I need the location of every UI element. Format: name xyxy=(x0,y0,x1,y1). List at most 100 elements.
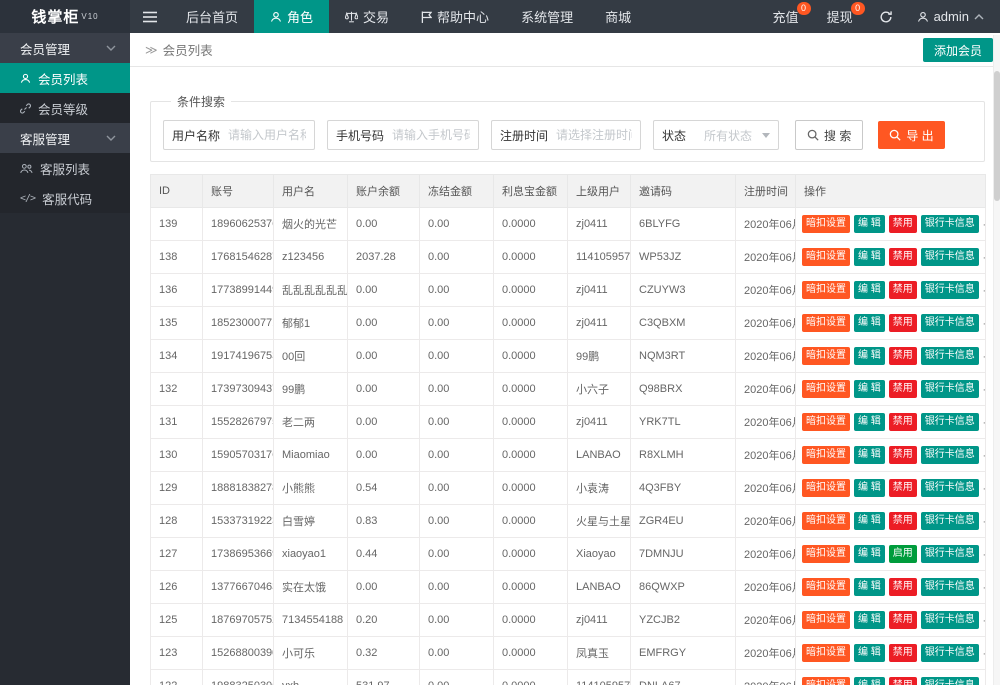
phone-input[interactable] xyxy=(392,128,470,142)
disable-button[interactable]: 禁用 xyxy=(888,248,917,266)
bank-card-info-button[interactable]: 银行卡信息 xyxy=(920,479,979,497)
nav-item-system[interactable]: 系统管理 xyxy=(505,0,589,33)
recharge-button[interactable]: 充值 0 xyxy=(759,0,813,33)
edit-button[interactable]: 编 辑 xyxy=(854,215,885,233)
more-actions[interactable]: ... xyxy=(983,547,985,559)
deduct-settings-button[interactable]: 暗扣设置 xyxy=(802,611,850,629)
nav-item-trade[interactable]: 交易 xyxy=(329,0,405,33)
disable-button[interactable]: 禁用 xyxy=(888,512,917,530)
disable-button[interactable]: 禁用 xyxy=(888,479,917,497)
vertical-scrollbar[interactable] xyxy=(993,35,1000,685)
edit-button[interactable]: 编 辑 xyxy=(854,677,885,685)
bank-card-info-button[interactable]: 银行卡信息 xyxy=(920,215,979,233)
disable-button[interactable]: 禁用 xyxy=(888,578,917,596)
bank-card-info-button[interactable]: 银行卡信息 xyxy=(920,248,979,266)
bank-card-info-button[interactable]: 银行卡信息 xyxy=(920,512,979,530)
deduct-settings-button[interactable]: 暗扣设置 xyxy=(802,215,850,233)
nav-item-mall[interactable]: 商城 xyxy=(589,0,647,33)
more-actions[interactable]: ... xyxy=(983,613,985,625)
more-actions[interactable]: ... xyxy=(983,481,985,493)
sidebar-item-service-code[interactable]: </> 客服代码 xyxy=(0,183,130,213)
bank-card-info-button[interactable]: 银行卡信息 xyxy=(920,413,979,431)
bank-card-info-button[interactable]: 银行卡信息 xyxy=(920,611,979,629)
deduct-settings-button[interactable]: 暗扣设置 xyxy=(802,677,850,685)
disable-button[interactable]: 禁用 xyxy=(888,644,917,662)
deduct-settings-button[interactable]: 暗扣设置 xyxy=(802,545,850,563)
bank-card-info-button[interactable]: 银行卡信息 xyxy=(920,446,979,464)
more-actions[interactable]: ... xyxy=(983,250,985,262)
scrollbar-thumb[interactable] xyxy=(993,71,1000,201)
edit-button[interactable]: 编 辑 xyxy=(854,314,885,332)
edit-button[interactable]: 编 辑 xyxy=(854,413,885,431)
nav-item-dashboard[interactable]: 后台首页 xyxy=(170,0,254,33)
more-actions[interactable]: ... xyxy=(983,679,985,685)
more-actions[interactable]: ... xyxy=(983,415,985,427)
bank-card-info-button[interactable]: 银行卡信息 xyxy=(920,677,979,685)
disable-button[interactable]: 禁用 xyxy=(888,347,917,365)
export-button[interactable]: 导 出 xyxy=(878,121,945,149)
bank-card-info-button[interactable]: 银行卡信息 xyxy=(920,314,979,332)
enable-button[interactable]: 启用 xyxy=(888,545,917,563)
add-member-button[interactable]: 添加会员 xyxy=(922,38,993,62)
disable-button[interactable]: 禁用 xyxy=(888,281,917,299)
bank-card-info-button[interactable]: 银行卡信息 xyxy=(920,644,979,662)
username-input[interactable] xyxy=(228,128,306,142)
deduct-settings-button[interactable]: 暗扣设置 xyxy=(802,578,850,596)
bank-card-info-button[interactable]: 银行卡信息 xyxy=(920,545,979,563)
refresh-icon[interactable] xyxy=(867,0,905,33)
more-actions[interactable]: ... xyxy=(983,217,985,229)
withdraw-button[interactable]: 提现 0 xyxy=(813,0,867,33)
disable-button[interactable]: 禁用 xyxy=(888,314,917,332)
disable-button[interactable]: 禁用 xyxy=(888,677,917,685)
edit-button[interactable]: 编 辑 xyxy=(854,479,885,497)
edit-button[interactable]: 编 辑 xyxy=(854,446,885,464)
bank-card-info-button[interactable]: 银行卡信息 xyxy=(920,281,979,299)
disable-button[interactable]: 禁用 xyxy=(888,380,917,398)
edit-button[interactable]: 编 辑 xyxy=(854,512,885,530)
deduct-settings-button[interactable]: 暗扣设置 xyxy=(802,644,850,662)
status-select[interactable]: 状态 所有状态 xyxy=(653,120,779,150)
bank-card-info-button[interactable]: 银行卡信息 xyxy=(920,578,979,596)
edit-button[interactable]: 编 辑 xyxy=(854,644,885,662)
search-button[interactable]: 搜 索 xyxy=(795,120,864,150)
edit-button[interactable]: 编 辑 xyxy=(854,248,885,266)
disable-button[interactable]: 禁用 xyxy=(888,413,917,431)
sidebar-group-member-management[interactable]: 会员管理 xyxy=(0,33,130,63)
more-actions[interactable]: ... xyxy=(983,349,985,361)
deduct-settings-button[interactable]: 暗扣设置 xyxy=(802,413,850,431)
edit-button[interactable]: 编 辑 xyxy=(854,380,885,398)
sidebar-item-member-list[interactable]: 会员列表 xyxy=(0,63,130,93)
more-actions[interactable]: ... xyxy=(983,448,985,460)
nav-item-roles[interactable]: 角色 xyxy=(254,0,330,33)
more-actions[interactable]: ... xyxy=(983,382,985,394)
deduct-settings-button[interactable]: 暗扣设置 xyxy=(802,479,850,497)
more-actions[interactable]: ... xyxy=(983,514,985,526)
edit-button[interactable]: 编 辑 xyxy=(854,347,885,365)
sidebar-group-service-management[interactable]: 客服管理 xyxy=(0,123,130,153)
disable-button[interactable]: 禁用 xyxy=(888,611,917,629)
regtime-input[interactable] xyxy=(556,128,632,142)
disable-button[interactable]: 禁用 xyxy=(888,446,917,464)
edit-button[interactable]: 编 辑 xyxy=(854,611,885,629)
more-actions[interactable]: ... xyxy=(983,580,985,592)
more-actions[interactable]: ... xyxy=(983,283,985,295)
hamburger-menu-icon[interactable] xyxy=(130,0,170,33)
edit-button[interactable]: 编 辑 xyxy=(854,545,885,563)
edit-button[interactable]: 编 辑 xyxy=(854,578,885,596)
more-actions[interactable]: ... xyxy=(983,646,985,658)
bank-card-info-button[interactable]: 银行卡信息 xyxy=(920,347,979,365)
more-actions[interactable]: ... xyxy=(983,316,985,328)
sidebar-item-service-list[interactable]: 客服列表 xyxy=(0,153,130,183)
nav-item-help-center[interactable]: 帮助中心 xyxy=(405,0,505,33)
deduct-settings-button[interactable]: 暗扣设置 xyxy=(802,248,850,266)
deduct-settings-button[interactable]: 暗扣设置 xyxy=(802,512,850,530)
deduct-settings-button[interactable]: 暗扣设置 xyxy=(802,281,850,299)
deduct-settings-button[interactable]: 暗扣设置 xyxy=(802,347,850,365)
user-menu[interactable]: admin xyxy=(905,0,1000,33)
sidebar-item-member-level[interactable]: 会员等级 xyxy=(0,93,130,123)
disable-button[interactable]: 禁用 xyxy=(888,215,917,233)
deduct-settings-button[interactable]: 暗扣设置 xyxy=(802,446,850,464)
bank-card-info-button[interactable]: 银行卡信息 xyxy=(920,380,979,398)
edit-button[interactable]: 编 辑 xyxy=(854,281,885,299)
deduct-settings-button[interactable]: 暗扣设置 xyxy=(802,314,850,332)
